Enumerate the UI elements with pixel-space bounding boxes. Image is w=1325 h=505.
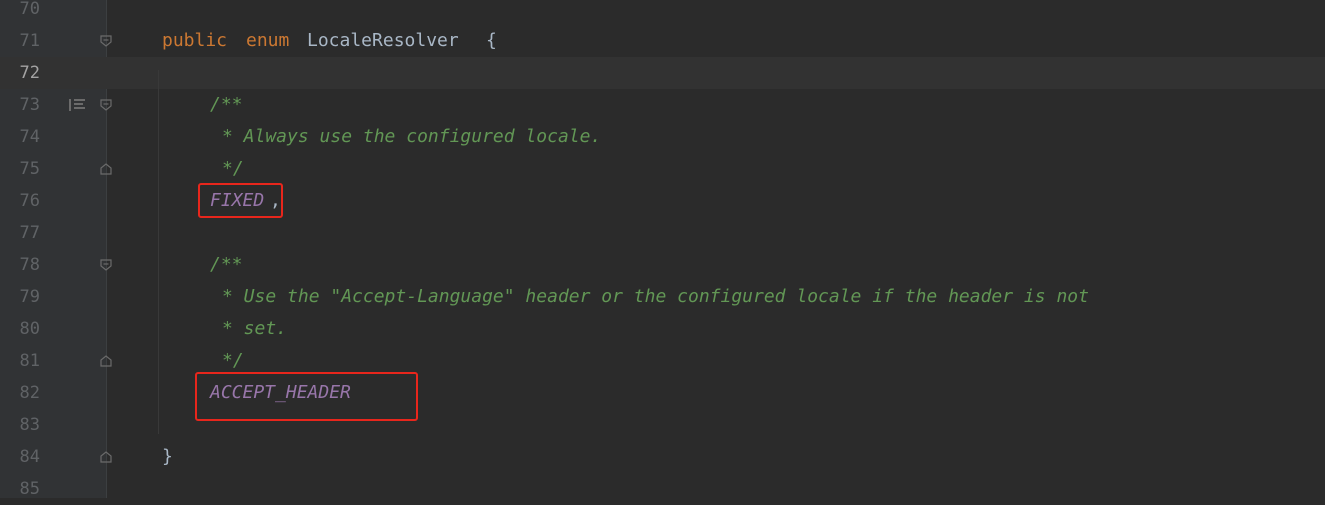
enum-name: LocaleResolver <box>307 30 459 51</box>
fold-marker-icon[interactable] <box>100 35 112 47</box>
code-line[interactable]: 77 <box>0 217 1325 249</box>
line-number: 83 <box>19 415 40 435</box>
fold-end-marker-icon[interactable] <box>100 355 112 367</box>
line-number: 79 <box>19 287 40 307</box>
line-number: 72 <box>19 63 40 83</box>
highlight-box-fixed <box>198 183 283 218</box>
code-line[interactable]: 78 /** <box>0 249 1325 281</box>
doc-comment: /** <box>210 94 243 115</box>
code-line[interactable]: 75 */ <box>0 153 1325 185</box>
fold-marker-icon[interactable] <box>100 99 112 111</box>
line-number: 75 <box>19 159 40 179</box>
line-number: 80 <box>19 319 40 339</box>
line-number: 73 <box>19 95 40 115</box>
highlight-box-accept-header <box>195 372 418 421</box>
line-number: 77 <box>19 223 40 243</box>
fold-marker-icon[interactable] <box>100 259 112 271</box>
code-line[interactable]: 79 * Use the "Accept-Language" header or… <box>0 281 1325 313</box>
doc-comment: * Use the "Accept-Language" header or th… <box>222 286 1089 307</box>
line-number: 78 <box>19 255 40 275</box>
line-number: 76 <box>19 191 40 211</box>
code-line[interactable]: 80 * set. <box>0 313 1325 345</box>
structure-icon[interactable] <box>68 98 86 112</box>
doc-comment: * Always use the configured locale. <box>222 126 602 147</box>
doc-comment: * set. <box>222 318 288 339</box>
code-line[interactable]: 71 public enum LocaleResolver { <box>0 25 1325 57</box>
keyword-enum: enum <box>246 30 290 51</box>
open-brace: { <box>486 30 497 51</box>
code-editor[interactable]: 70 71 public enum LocaleResolver { 72 73… <box>0 0 1325 499</box>
code-line[interactable]: 73 /** <box>0 89 1325 121</box>
fold-end-marker-icon[interactable] <box>100 163 112 175</box>
code-line[interactable]: 70 <box>0 0 1325 25</box>
line-number: 82 <box>19 383 40 403</box>
close-brace: } <box>162 446 173 467</box>
keyword-public: public <box>162 30 228 51</box>
doc-comment: */ <box>222 158 244 179</box>
line-number: 71 <box>19 31 40 51</box>
code-line[interactable]: 85 <box>0 473 1325 505</box>
code-line-current[interactable]: 72 <box>0 57 1325 89</box>
line-number: 70 <box>19 0 40 19</box>
fold-end-marker-icon[interactable] <box>100 451 112 463</box>
indent-guide <box>158 70 159 434</box>
line-number: 84 <box>19 447 40 467</box>
code-line[interactable]: 84 } <box>0 441 1325 473</box>
line-number: 74 <box>19 127 40 147</box>
doc-comment: /** <box>210 254 243 275</box>
code-line[interactable]: 74 * Always use the configured locale. <box>0 121 1325 153</box>
line-number: 81 <box>19 351 40 371</box>
line-number: 85 <box>19 479 40 499</box>
